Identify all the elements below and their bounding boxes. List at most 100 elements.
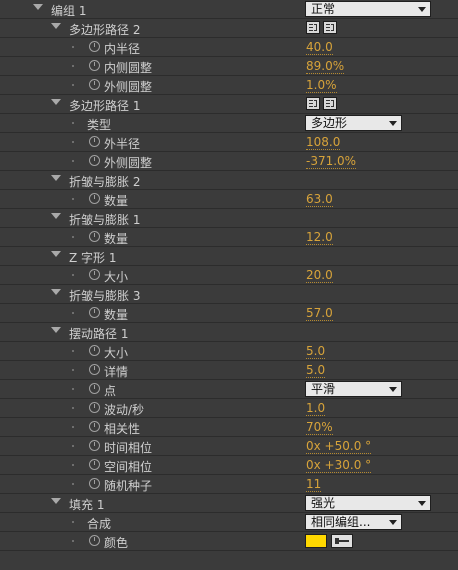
path-direction-button[interactable] (306, 21, 320, 34)
expand-triangle-icon[interactable] (33, 4, 43, 10)
tree-dot (72, 369, 74, 371)
composite-dropdown[interactable]: 相同编组... (305, 514, 402, 530)
stopwatch-icon[interactable] (89, 307, 100, 318)
path-reverse-button[interactable] (323, 97, 337, 110)
outer-roundness-1-value[interactable]: -371.0% (306, 154, 357, 169)
stopwatch-icon[interactable] (89, 440, 100, 451)
random-seed-value[interactable]: 11 (306, 477, 322, 492)
outer-roundness-label: 外侧圆整 (104, 80, 153, 94)
inner-roundness-label: 内侧圆整 (104, 61, 153, 75)
row-polygon-path-2[interactable]: 多边形路径 2 (0, 19, 458, 38)
row-zigzag-size: 大小 20.0 (0, 266, 458, 285)
stopwatch-icon[interactable] (89, 231, 100, 242)
type-dropdown[interactable]: 多边形 (305, 115, 402, 131)
row-outer-roundness-1: 外侧圆整 -371.0% (0, 152, 458, 171)
amount-2-value[interactable]: 63.0 (306, 192, 333, 207)
row-group-1[interactable]: 编组 1 正常 (0, 0, 458, 19)
fill-blend-mode-value: 强光 (311, 496, 336, 510)
chevron-down-icon (389, 520, 397, 525)
chevron-down-icon (389, 387, 397, 392)
tree-dot (72, 445, 74, 447)
points-dropdown[interactable]: 平滑 (305, 381, 402, 397)
expand-triangle-icon[interactable] (51, 175, 61, 181)
random-seed-label: 随机种子 (104, 479, 153, 493)
chevron-down-icon (418, 501, 426, 506)
expand-triangle-icon[interactable] (51, 99, 61, 105)
stopwatch-icon[interactable] (89, 269, 100, 280)
detail-value[interactable]: 5.0 (306, 363, 326, 378)
stopwatch-icon[interactable] (89, 136, 100, 147)
fill-color-swatch[interactable] (305, 534, 327, 548)
type-label: 类型 (87, 118, 112, 132)
eyedropper-icon[interactable] (331, 534, 353, 548)
stopwatch-icon[interactable] (89, 459, 100, 470)
temporal-phase-value[interactable]: 0x +50.0 ° (306, 439, 372, 454)
spatial-phase-value[interactable]: 0x +30.0 ° (306, 458, 372, 473)
row-fill-1[interactable]: 填充 1 强光 (0, 494, 458, 513)
tree-dot (72, 46, 74, 48)
expand-triangle-icon[interactable] (51, 213, 61, 219)
row-wiggles-per-second: 波动/秒 1.0 (0, 399, 458, 418)
stopwatch-icon[interactable] (89, 79, 100, 90)
path-direction-button[interactable] (306, 97, 320, 110)
expand-triangle-icon[interactable] (51, 23, 61, 29)
expand-triangle-icon[interactable] (51, 498, 61, 504)
stopwatch-icon[interactable] (89, 60, 100, 71)
stopwatch-icon[interactable] (89, 421, 100, 432)
row-wiggle-paths-1[interactable]: 摆动路径 1 (0, 323, 458, 342)
row-next-partial (0, 551, 458, 570)
inner-roundness-value[interactable]: 89.0% (306, 59, 345, 74)
row-pucker-bloat-2[interactable]: 折皱与膨胀 2 (0, 171, 458, 190)
stopwatch-icon[interactable] (89, 41, 100, 52)
tree-dot (72, 426, 74, 428)
stopwatch-icon[interactable] (89, 193, 100, 204)
row-amount-1: 数量 12.0 (0, 228, 458, 247)
zigzag-1-label: Z 字形 1 (69, 251, 117, 265)
polygon-path-1-label: 多边形路径 1 (69, 99, 141, 113)
fill-1-label: 填充 1 (69, 498, 105, 512)
tree-dot (72, 274, 74, 276)
wiggles-value[interactable]: 1.0 (306, 401, 326, 416)
stopwatch-icon[interactable] (89, 155, 100, 166)
zigzag-size-value[interactable]: 20.0 (306, 268, 333, 283)
amount-1-value[interactable]: 12.0 (306, 230, 333, 245)
tree-dot (72, 464, 74, 466)
row-type: 类型 多边形 (0, 114, 458, 133)
wiggle-size-value[interactable]: 5.0 (306, 344, 326, 359)
outer-roundness-1-label: 外侧圆整 (104, 156, 153, 170)
group-blend-mode-dropdown[interactable]: 正常 (305, 1, 431, 17)
row-polygon-path-1[interactable]: 多边形路径 1 (0, 95, 458, 114)
fill-blend-mode-dropdown[interactable]: 强光 (305, 495, 431, 511)
path-reverse-button[interactable] (323, 21, 337, 34)
row-amount-2: 数量 63.0 (0, 190, 458, 209)
tree-dot (72, 236, 74, 238)
stopwatch-icon[interactable] (89, 383, 100, 394)
correlation-value[interactable]: 70% (306, 420, 333, 435)
correlation-label: 相关性 (104, 422, 141, 436)
row-color: 颜色 (0, 532, 458, 551)
amount-3-value[interactable]: 57.0 (306, 306, 333, 321)
chevron-down-icon (389, 121, 397, 126)
stopwatch-icon[interactable] (89, 402, 100, 413)
expand-triangle-icon[interactable] (51, 289, 61, 295)
amount-3-label: 数量 (104, 308, 129, 322)
outer-radius-value[interactable]: 108.0 (306, 135, 341, 150)
stopwatch-icon[interactable] (89, 364, 100, 375)
pucker-bloat-2-label: 折皱与膨胀 2 (69, 175, 141, 189)
row-composite: 合成 相同编组... (0, 513, 458, 532)
detail-label: 详情 (104, 365, 129, 379)
stopwatch-icon[interactable] (89, 345, 100, 356)
expand-triangle-icon[interactable] (51, 327, 61, 333)
composite-value: 相同编组... (311, 515, 371, 529)
row-pucker-bloat-3[interactable]: 折皱与膨胀 3 (0, 285, 458, 304)
row-pucker-bloat-1[interactable]: 折皱与膨胀 1 (0, 209, 458, 228)
row-zigzag-1[interactable]: Z 字形 1 (0, 247, 458, 266)
outer-roundness-value[interactable]: 1.0% (306, 78, 337, 93)
tree-dot (72, 521, 74, 523)
tree-dot (72, 141, 74, 143)
expand-triangle-icon[interactable] (51, 251, 61, 257)
stopwatch-icon[interactable] (89, 535, 100, 546)
inner-radius-value[interactable]: 40.0 (306, 40, 333, 55)
row-temporal-phase: 时间相位 0x +50.0 ° (0, 437, 458, 456)
stopwatch-icon[interactable] (89, 478, 100, 489)
